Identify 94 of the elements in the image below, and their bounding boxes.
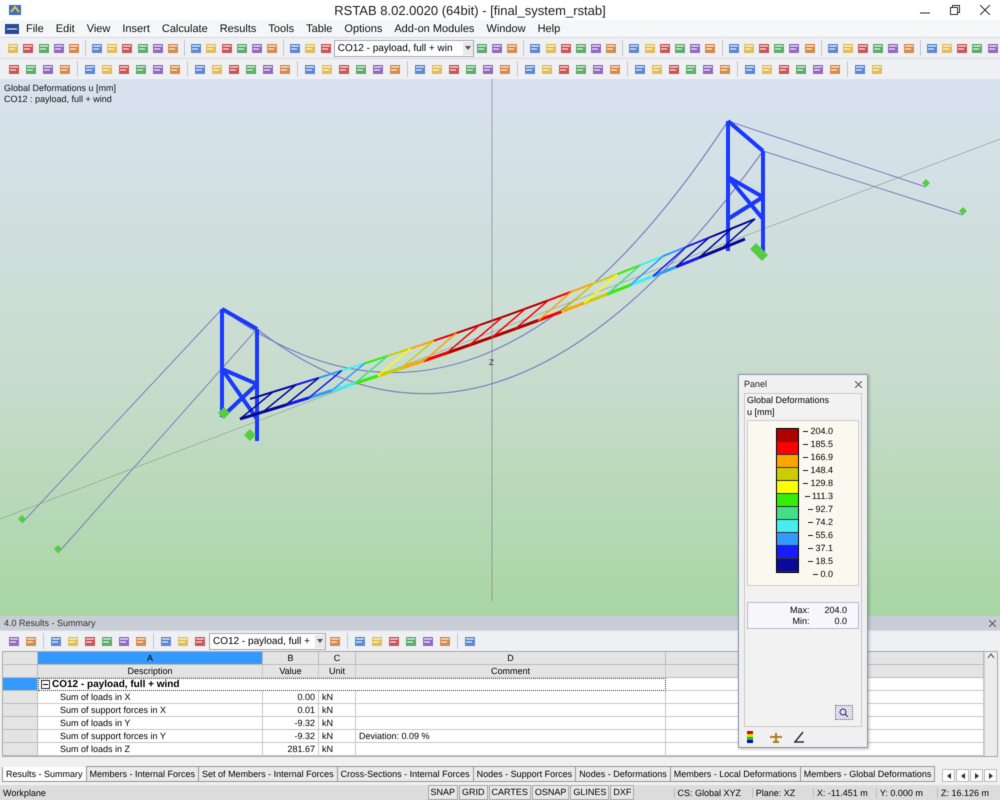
menu-item[interactable]: Add-on Modules [388, 22, 480, 34]
table-cell: Sum of loads in X [38, 691, 263, 704]
table-cell: kN [319, 704, 356, 717]
table-cell: 0.00 [263, 691, 319, 704]
legend-heading: Global Deformations [746, 394, 830, 406]
caret-icon[interactable] [462, 42, 473, 54]
table-cell: -9.32 [263, 730, 319, 743]
status-toggle[interactable]: CARTES [488, 785, 531, 800]
table-cell: kN [319, 743, 356, 756]
status-field: Plane: XZ [752, 788, 813, 798]
zoom-icon[interactable] [835, 705, 853, 720]
close-icon[interactable] [855, 380, 862, 388]
menu-item[interactable]: Results [214, 22, 262, 34]
result-info-text: CO12 : payload, full + wind [4, 94, 113, 105]
menu-item[interactable]: Edit [50, 22, 81, 34]
scale-value: 111.3 [799, 490, 833, 503]
min-label: Min [791, 616, 807, 626]
window-title: RSTAB 8.02.0020 (64bit) - [final_system_rstab] [333, 2, 607, 18]
panel-title: Panel [744, 379, 768, 389]
status-text: Workplane [2, 788, 47, 798]
load-case-dropdown[interactable]: CO12 - payload, full + [209, 632, 326, 650]
status-toggle[interactable]: GRID [459, 785, 488, 800]
menu-item[interactable]: Options [338, 22, 388, 34]
max-value: 204.0 [823, 605, 847, 615]
result-info-text: Global Deformations u [mm] [4, 83, 116, 94]
status-toggle[interactable]: OSNAP [532, 785, 570, 800]
menu-item[interactable]: Table [300, 22, 338, 34]
panel-title: 4.0 Results - Summary [4, 618, 96, 628]
column-header[interactable]: Description [38, 665, 263, 678]
sheet-tab[interactable]: Members - Internal Forces [86, 766, 200, 782]
max-label: Max [788, 605, 807, 615]
table-cell: -9.32 [263, 717, 319, 730]
status-field: X: -11.451 m [812, 788, 876, 798]
separator-text: : [807, 605, 811, 615]
status-field: CS: Global XYZ [674, 788, 752, 798]
scale-value: 185.5 [799, 438, 833, 451]
scrollbar[interactable] [984, 652, 997, 756]
sheet-tab[interactable]: Nodes - Support Forces [472, 766, 576, 782]
menu-item[interactable]: Help [532, 22, 566, 34]
column-letter[interactable]: D [356, 652, 666, 665]
scale-value: 129.8 [799, 477, 833, 490]
collapse-icon[interactable] [41, 680, 50, 689]
sheet-tab[interactable]: Set of Members - Internal Forces [198, 766, 338, 782]
column-letter[interactable]: A [38, 652, 263, 665]
status-toggle[interactable]: SNAP [428, 785, 458, 800]
table-cell: Sum of loads in Y [38, 717, 263, 730]
menu-item[interactable]: View [80, 22, 116, 34]
caret-icon[interactable] [315, 634, 325, 648]
scale-value: 37.1 [799, 542, 833, 555]
column-letter[interactable]: C [319, 652, 356, 665]
scale-value: 166.9 [799, 451, 833, 464]
menu-item[interactable]: Calculate [156, 22, 214, 34]
sheet-tab[interactable]: Results - Summary [2, 767, 87, 782]
sheet-tab[interactable]: Nodes - Deformations [575, 766, 671, 782]
min-value: 0.0 [833, 616, 847, 626]
status-toggle[interactable]: GLINES [570, 785, 610, 800]
scale-value: 55.6 [799, 529, 833, 542]
sheet-tab[interactable]: Cross-Sections - Internal Forces [336, 766, 474, 782]
table-cell: 281.67 [263, 743, 319, 756]
status-field: Y: 0.000 m [876, 788, 937, 798]
scale-value: 92.7 [799, 503, 833, 516]
table-cell: kN [319, 717, 356, 730]
menu-item[interactable]: Tools [262, 22, 300, 34]
scale-value: 0.0 [799, 568, 833, 581]
close-icon[interactable] [989, 620, 996, 626]
axis-label: Z [489, 358, 494, 367]
load-case-dropdown[interactable]: CO12 - payload, full + win [334, 40, 474, 56]
scroll-up-icon[interactable] [987, 652, 995, 660]
menu-item[interactable]: File [20, 22, 50, 34]
status-field: Z: 16.126 m [936, 788, 1000, 798]
status-toggle[interactable]: DXF [610, 785, 634, 800]
table-cell: Sum of support forces in Y [38, 730, 263, 743]
row-header [3, 665, 38, 678]
table-cell: 0.01 [263, 704, 319, 717]
table-cell: kN [319, 730, 356, 743]
scale-value: 18.5 [799, 555, 833, 568]
column-header[interactable]: Unit [319, 665, 356, 678]
column-letter[interactable]: B [263, 652, 319, 665]
scale-value: 204.0 [799, 425, 833, 438]
menu-item[interactable]: Insert [116, 22, 156, 34]
table-cell: Sum of loads in Z [38, 743, 263, 756]
separator-text: : [807, 616, 811, 626]
legend-unit: u [mm] [746, 406, 776, 418]
sheet-tab[interactable]: Members - Local Deformations [670, 766, 801, 782]
table-cell: Deviation: 0.09 % [356, 730, 666, 743]
column-header[interactable]: Comment [356, 665, 666, 678]
table-cell: Sum of support forces in X [38, 704, 263, 717]
scale-value: 148.4 [799, 464, 833, 477]
table-cell: kN [319, 691, 356, 704]
column-header[interactable]: Value [263, 665, 319, 678]
scale-value: 74.2 [799, 516, 833, 529]
menu-item[interactable]: Window [480, 22, 532, 34]
group-label: CO12 - payload, full + wind [52, 678, 180, 690]
sheet-tab[interactable]: Members - Global Deformations [800, 766, 936, 782]
